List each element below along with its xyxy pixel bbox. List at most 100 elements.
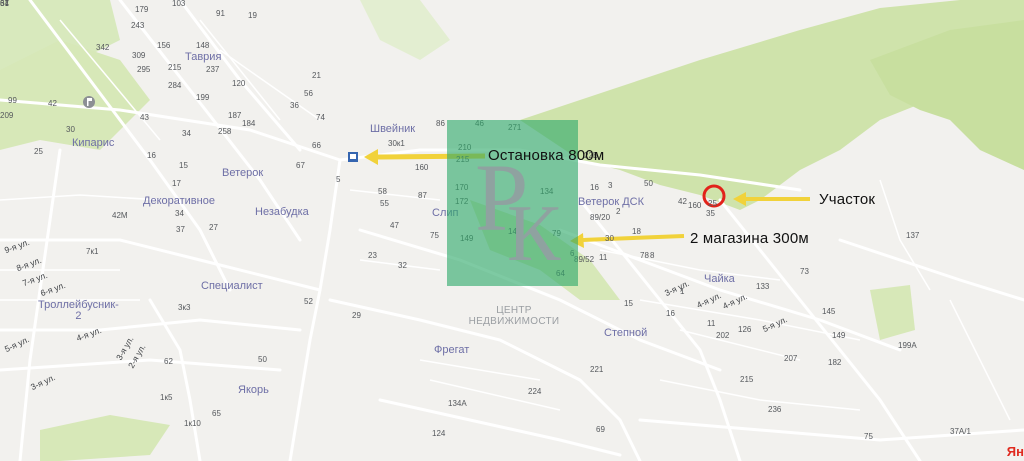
house-number: 16	[666, 309, 675, 318]
house-number: 23	[368, 251, 377, 260]
house-number: 50	[258, 355, 267, 364]
house-number: 7к1	[86, 247, 99, 256]
area-label-yakor[interactable]: Якорь	[238, 385, 269, 396]
house-number: 30	[66, 125, 75, 134]
house-number: 8	[650, 251, 655, 260]
area-label-stepnoy[interactable]: Степной	[604, 328, 647, 339]
house-number: 134А	[448, 399, 467, 408]
house-number: 236	[768, 405, 782, 414]
annotation-plot: Участок	[819, 191, 876, 208]
house-number: 65	[212, 409, 221, 418]
house-number: 160	[688, 201, 702, 210]
yandex-attribution[interactable]: Ян	[1007, 444, 1024, 459]
house-number: 148	[196, 41, 210, 50]
house-number: 42	[48, 99, 57, 108]
park-e	[870, 285, 915, 340]
area-label-spetsialist[interactable]: Специалист	[201, 281, 263, 292]
house-number: 215	[168, 63, 182, 72]
house-number: 50	[644, 179, 653, 188]
house-number: 207	[784, 354, 798, 363]
area-label-veterok[interactable]: Ветерок	[222, 168, 263, 179]
house-number: 74	[316, 113, 325, 122]
house-number: 27	[209, 223, 218, 232]
house-number: 17	[172, 179, 181, 188]
house-number: 66	[312, 141, 321, 150]
house-number: 215	[740, 375, 754, 384]
house-number: 156	[157, 41, 171, 50]
house-number: 124	[432, 429, 446, 438]
area-label-shveynik[interactable]: Швейник	[370, 124, 415, 135]
house-number: 99	[8, 96, 17, 105]
house-number: 11	[707, 319, 716, 328]
house-number: 11	[599, 253, 608, 262]
house-number: 209	[0, 111, 14, 120]
house-number: 30	[605, 234, 614, 243]
house-number: 3	[608, 181, 613, 190]
house-number: 42М	[112, 211, 128, 220]
house-number: 224	[528, 387, 542, 396]
house-number: 5	[336, 175, 341, 184]
area-label-kiparis[interactable]: Кипарис	[72, 138, 114, 149]
arrow-shops	[570, 233, 685, 248]
house-number: 1	[680, 287, 685, 296]
house-number: 184	[242, 119, 256, 128]
house-number: 199	[196, 93, 210, 102]
house-number: 58	[378, 187, 387, 196]
house-number: 34	[182, 129, 191, 138]
house-number: 55	[380, 199, 389, 208]
agency-caption: ЦЕНТР НЕДВИЖИМОСТИ	[468, 305, 560, 327]
park-field	[360, 0, 450, 60]
house-number: 145	[822, 307, 836, 316]
house-number: 237	[206, 65, 220, 74]
area-label-trolleybusnik[interactable]: Троллейбусник- 2	[38, 300, 119, 322]
house-number: 67	[296, 161, 305, 170]
agency-logo: Р К	[447, 120, 578, 286]
logo-letter-k: К	[507, 190, 561, 278]
house-number: 187	[228, 111, 242, 120]
arrow-plot	[733, 192, 810, 206]
house-number: 133	[756, 282, 770, 291]
house-number: 86	[436, 119, 445, 128]
house-number: 42	[678, 197, 687, 206]
house-number: 16	[147, 151, 156, 160]
bus-stop-icon[interactable]	[348, 152, 358, 162]
house-number: 87	[418, 191, 427, 200]
house-number: 160	[415, 163, 429, 172]
house-number: 120	[232, 79, 246, 88]
house-number: 3к3	[178, 303, 191, 312]
house-number: 202	[716, 331, 730, 340]
area-label-nezabudka[interactable]: Незабудка	[255, 207, 309, 218]
house-number: 32	[398, 261, 407, 270]
house-number: 89/20	[590, 213, 611, 222]
house-number: 103	[172, 0, 186, 8]
house-number: 16	[590, 183, 599, 192]
house-number: 342	[96, 43, 110, 52]
house-number: 21	[312, 71, 321, 80]
area-label-tavriya[interactable]: Таврия	[185, 52, 221, 63]
annotation-shops: 2 магазина 300м	[690, 230, 809, 247]
house-number: 2	[616, 207, 621, 216]
house-number: 69	[596, 425, 605, 434]
area-label-dekorativnoe[interactable]: Декоративное	[143, 196, 215, 207]
area-label-fregat[interactable]: Фрегат	[434, 345, 469, 356]
house-number: 258	[218, 127, 232, 136]
house-number: 78	[640, 251, 649, 260]
area-label-chayka[interactable]: Чайка	[704, 274, 735, 285]
house-number: 295	[137, 65, 151, 74]
house-number: 56	[304, 89, 313, 98]
house-number: 73	[800, 267, 809, 276]
house-number: 284	[168, 81, 182, 90]
house-number: 35	[706, 209, 715, 218]
house-number: 179	[135, 5, 149, 14]
house-number: 221	[590, 365, 604, 374]
house-number: 199А	[898, 341, 917, 350]
house-number: 52	[304, 297, 313, 306]
poi-flag-icon[interactable]	[83, 96, 95, 108]
area-label-veterok-dsk[interactable]: Ветерок ДСК	[578, 197, 644, 208]
house-number: 25	[34, 147, 43, 156]
house-number: 126	[738, 325, 752, 334]
map-view[interactable]: Таврия Кипарис Ветерок Декоративное Неза…	[0, 0, 1024, 461]
house-number: 25	[708, 199, 717, 208]
house-number: 75	[430, 231, 439, 240]
house-number: 1к5	[160, 393, 173, 402]
